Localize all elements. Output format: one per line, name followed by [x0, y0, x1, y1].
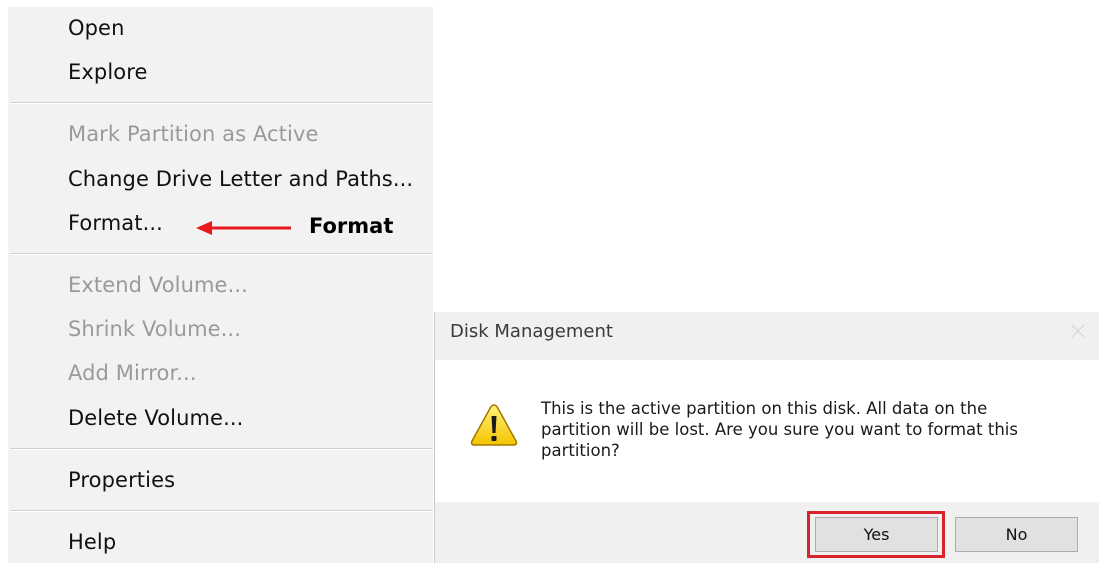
menu-item-format[interactable]: Format... [68, 209, 163, 237]
dialog-title: Disk Management [450, 321, 613, 342]
menu-item-add-mirror: Add Mirror... [68, 361, 197, 385]
menu-item-mark-partition-active: Mark Partition as Active [68, 122, 319, 146]
menu-separator [10, 510, 433, 512]
menu-item-extend-volume: Extend Volume... [68, 273, 248, 297]
menu-item-properties[interactable]: Properties [68, 466, 175, 494]
dialog-footer: Yes No [435, 502, 1099, 563]
menu-item-change-drive-letter[interactable]: Change Drive Letter and Paths... [68, 165, 413, 193]
no-button[interactable]: No [955, 517, 1078, 552]
menu-separator [10, 253, 433, 255]
menu-separator [10, 448, 433, 450]
menu-item-help[interactable]: Help [68, 528, 116, 556]
yes-button[interactable]: Yes [815, 517, 938, 552]
dialog-titlebar: Disk Management [435, 312, 1099, 360]
dialog-message-line: partition will be lost. Are you sure you… [541, 420, 1018, 439]
dialog-message-line: partition? [541, 441, 620, 460]
annotation-arrow-icon [196, 221, 291, 235]
menu-item-shrink-volume: Shrink Volume... [68, 317, 241, 341]
menu-item-explore[interactable]: Explore [68, 58, 148, 86]
close-icon[interactable] [1063, 316, 1093, 346]
dialog-message: This is the active partition on this dis… [541, 398, 1081, 461]
warning-icon [470, 404, 518, 446]
menu-item-delete-volume[interactable]: Delete Volume... [68, 404, 243, 432]
menu-item-open[interactable]: Open [68, 14, 125, 42]
dialog-message-line: This is the active partition on this dis… [541, 399, 988, 418]
disk-management-dialog: Disk Management This is the active parti… [434, 312, 1099, 563]
annotation-label: Format [309, 214, 394, 238]
menu-separator [10, 102, 433, 104]
context-menu: Open Explore Mark Partition as Active Ch… [8, 7, 433, 563]
